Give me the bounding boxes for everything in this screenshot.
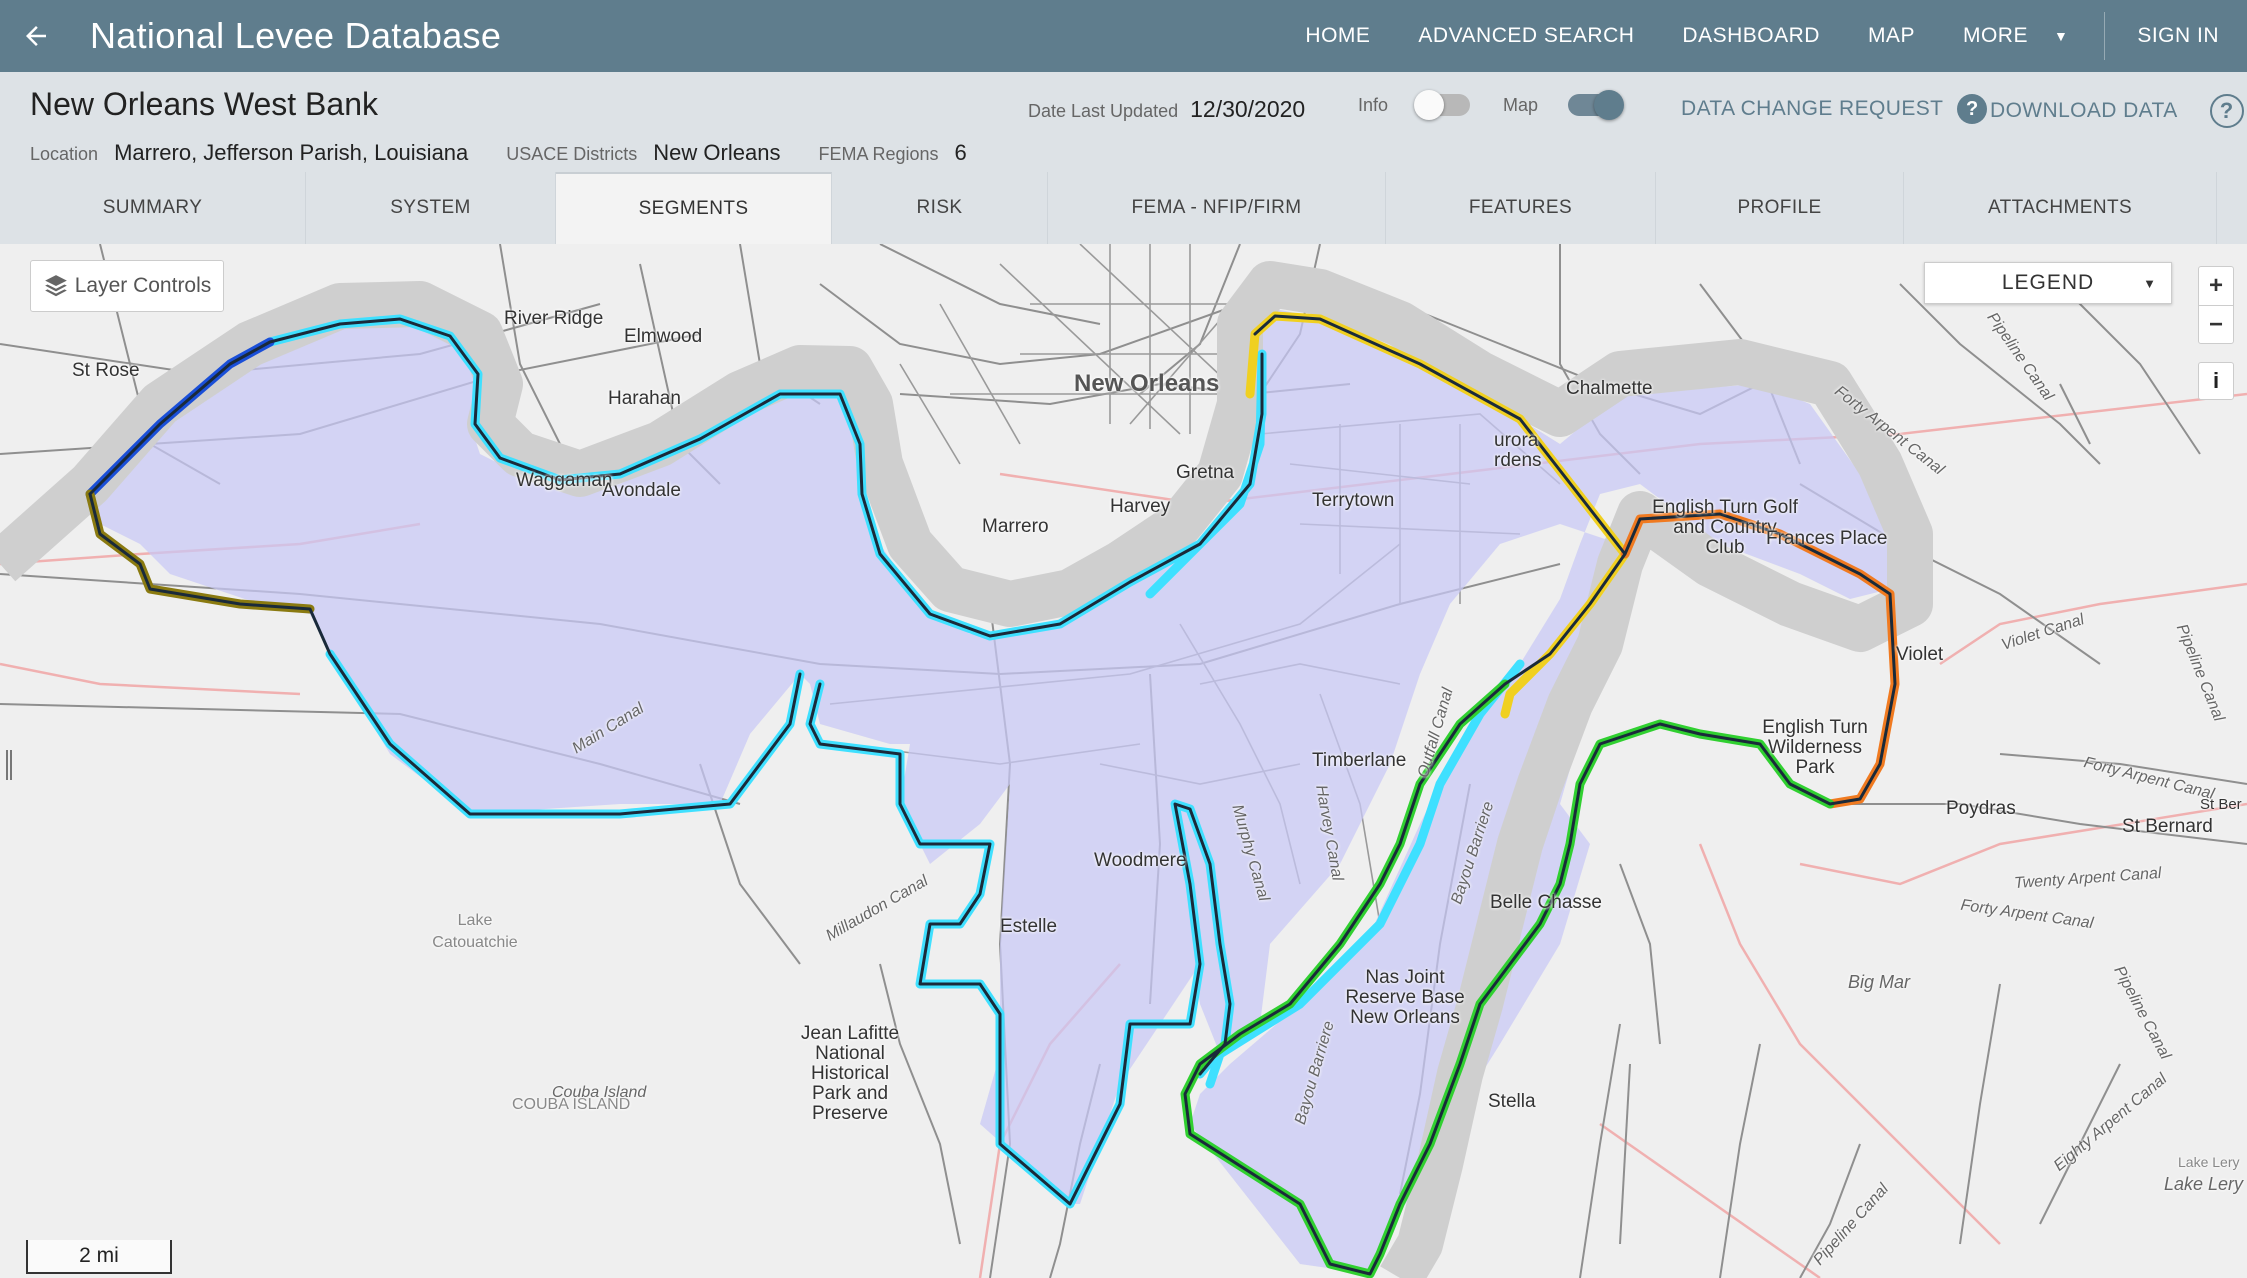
nav-map[interactable]: MAP — [1844, 0, 1939, 72]
tab-system[interactable]: SYSTEM — [306, 172, 556, 244]
toggle-knob — [1414, 90, 1445, 120]
map-label-lake-lery: Lake Lery — [2164, 1174, 2244, 1194]
map-label-couba-island: Couba Island — [552, 1084, 647, 1101]
map-label-new-orleans: New Orleans — [1074, 370, 1220, 397]
map-label-gretna: Gretna — [1176, 462, 1235, 483]
tab-fema-nfip-firm[interactable]: FEMA - NFIP/FIRM — [1048, 172, 1386, 244]
nav-divider — [2104, 12, 2106, 60]
map-label-poydras: Poydras — [1946, 798, 2016, 819]
map-label-lake-cataouatche: Lake Catouatchie — [432, 912, 518, 951]
help-outline-icon[interactable]: ? — [2209, 94, 2244, 128]
app-title: National Levee Database — [90, 15, 502, 56]
map-label-aurora: urora — [1494, 430, 1539, 451]
info-toggle[interactable] — [1414, 90, 1471, 120]
date-value: 12/30/2020 — [1190, 96, 1306, 122]
layers-icon — [44, 275, 67, 297]
system-meta-row: Location Marrero, Jefferson Parish, Loui… — [30, 140, 1005, 166]
districts-value: New Orleans — [653, 140, 781, 165]
map-label-river-ridge: River Ridge — [504, 308, 604, 329]
nav-more-label: MORE — [1962, 24, 2028, 47]
map-label-lake-lery-small: Lake Lery — [2178, 1154, 2240, 1170]
levee-system-area — [90, 308, 1890, 1274]
map-toggle-label: Map — [1503, 94, 1539, 115]
nav-dashboard[interactable]: DASHBOARD — [1658, 0, 1844, 72]
tab-segments[interactable]: SEGMENTS — [556, 172, 832, 244]
info-toggle-group: Info — [1358, 90, 1471, 120]
zoom-out-button[interactable]: − — [2199, 305, 2233, 343]
download-data-link[interactable]: DOWNLOAD DATA ? — [1990, 94, 2244, 128]
data-change-request-label: DATA CHANGE REQUEST — [1681, 97, 1944, 120]
layer-controls-button[interactable]: Layer Controls — [30, 260, 224, 312]
download-data-label: DOWNLOAD DATA — [1990, 99, 2178, 122]
map-label-terrytown: Terrytown — [1312, 490, 1395, 511]
tab-risk[interactable]: RISK — [832, 172, 1048, 244]
side-panel-drag-handle[interactable] — [6, 750, 12, 780]
tab-attachments[interactable]: ATTACHMENTS — [1904, 172, 2217, 244]
tab-profile[interactable]: PROFILE — [1656, 172, 1904, 244]
help-icon[interactable]: ? — [1957, 94, 1988, 124]
legend-label: LEGEND — [2001, 271, 2095, 294]
legend-dropdown[interactable]: LEGEND ▼ — [1924, 262, 2172, 304]
map-info-button[interactable]: i — [2198, 362, 2234, 400]
nav-more[interactable]: MORE ▼ — [1939, 0, 2092, 72]
nav-sign-in[interactable]: SIGN IN — [2113, 0, 2247, 72]
location-value: Marrero, Jefferson Parish, Louisiana — [114, 140, 469, 165]
zoom-in-button[interactable]: + — [2199, 267, 2233, 305]
fema-label: FEMA Regions — [818, 144, 939, 164]
map-label-nas-jrb: Nas Joint Reserve Base New Orleans — [1345, 967, 1465, 1028]
map-label-jean-lafitte: Jean Lafitte National Historical Park an… — [800, 1023, 900, 1124]
map-label-gardens: rdens — [1494, 450, 1542, 471]
main-nav: HOME ADVANCED SEARCH DASHBOARD MAP MORE … — [1281, 0, 2247, 72]
map-label-harahan: Harahan — [608, 388, 681, 409]
arrow-left-icon — [26, 26, 46, 46]
map-label-belle-chasse: Belle Chasse — [1490, 892, 1602, 913]
map-label-violet: Violet — [1896, 644, 1944, 665]
scale-bar: 2 mi — [26, 1240, 172, 1274]
map-label-marrero: Marrero — [982, 516, 1049, 537]
map-toggle[interactable] — [1568, 90, 1625, 120]
map-label-waggaman: Waggaman — [516, 470, 613, 491]
layer-controls-label: Layer Controls — [74, 274, 212, 297]
zoom-control: + − — [2198, 266, 2234, 344]
tab-summary[interactable]: SUMMARY — [0, 172, 306, 244]
map-label-avondale: Avondale — [602, 480, 681, 501]
map-label-big-mar: Big Mar — [1848, 972, 1911, 992]
map-label-frances-place: Frances Place — [1766, 528, 1888, 549]
districts-label: USACE Districts — [506, 144, 638, 164]
top-app-bar: National Levee Database HOME ADVANCED SE… — [0, 0, 2247, 72]
location-label: Location — [30, 144, 99, 164]
nav-advanced-search[interactable]: ADVANCED SEARCH — [1394, 0, 1658, 72]
back-arrow-button[interactable] — [0, 0, 72, 72]
map-label-estelle: Estelle — [1000, 916, 1058, 937]
map-toggle-group: Map — [1503, 90, 1625, 120]
date-label: Date Last Updated — [1028, 101, 1179, 121]
tab-features[interactable]: FEATURES — [1386, 172, 1656, 244]
caret-down-icon: ▼ — [2053, 28, 2069, 44]
map-label-stella: Stella — [1488, 1091, 1536, 1112]
map-label-harvey: Harvey — [1110, 496, 1171, 517]
map-label-woodmere: Woodmere — [1094, 850, 1187, 871]
map-canvas[interactable] — [0, 244, 2247, 1278]
system-name: New Orleans West Bank — [30, 86, 378, 122]
caret-down-icon: ▼ — [2143, 275, 2157, 291]
map-label-chalmette: Chalmette — [1566, 378, 1653, 399]
map-label-elmwood: Elmwood — [624, 326, 703, 347]
data-change-request-link[interactable]: DATA CHANGE REQUEST ? — [1681, 94, 1988, 124]
nav-home[interactable]: HOME — [1281, 0, 1394, 72]
map-label-english-turn-wilderness: English Turn Wilderness Park — [1762, 717, 1868, 778]
map-view[interactable]: New Orleans St Rose River Ridge Elmwood … — [0, 244, 2247, 1278]
date-last-updated: Date Last Updated 12/30/2020 — [1028, 96, 1343, 123]
fema-value: 6 — [954, 140, 967, 165]
map-label-timberlane: Timberlane — [1312, 750, 1407, 771]
map-label-st-bernard: St Bernard — [2122, 816, 2213, 837]
info-toggle-label: Info — [1358, 94, 1389, 115]
system-tabs: SUMMARY SYSTEM SEGMENTS RISK FEMA - NFIP… — [0, 172, 2247, 244]
toggle-knob — [1594, 90, 1625, 120]
map-label-st-rose: St Rose — [72, 360, 140, 381]
system-header: New Orleans West Bank Date Last Updated … — [0, 72, 2247, 172]
